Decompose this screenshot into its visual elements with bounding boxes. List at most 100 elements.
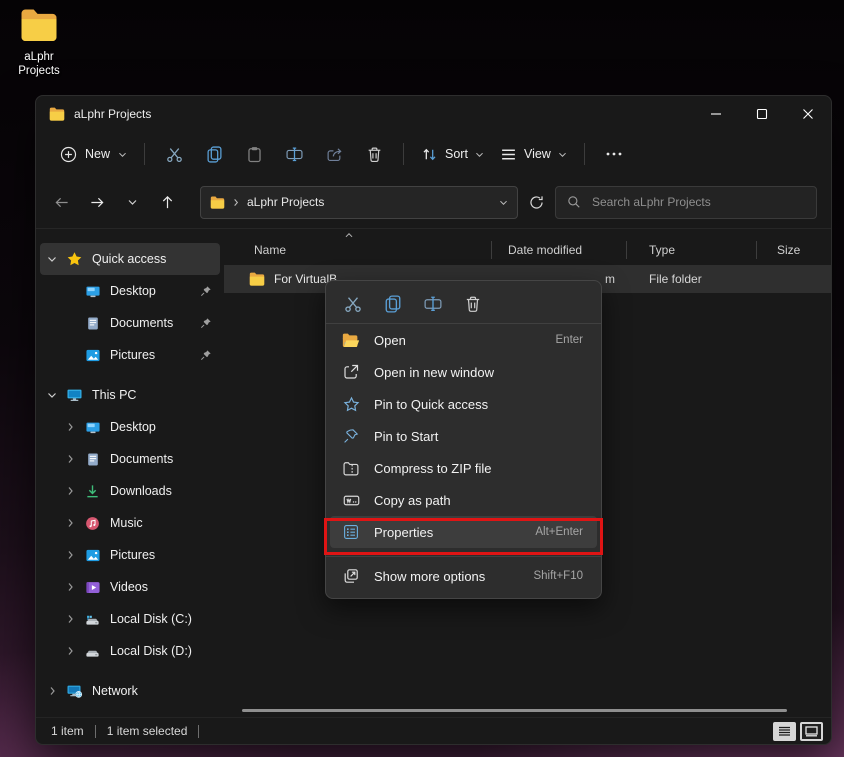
paste-button[interactable] (234, 137, 274, 171)
file-size-cell (757, 265, 831, 293)
close-button[interactable] (785, 96, 831, 132)
desktop-shortcut-alphr-projects[interactable]: aLphr Projects (5, 8, 73, 78)
chevron-down-icon[interactable] (46, 391, 58, 399)
copy-button[interactable] (194, 137, 234, 171)
sidebar-item-desktop-qa[interactable]: Desktop (40, 275, 220, 307)
view-button[interactable]: View (492, 140, 575, 169)
sidebar-item-label: Network (92, 684, 138, 698)
share-icon (326, 146, 343, 163)
sidebar-item-label: Documents (110, 452, 174, 466)
sidebar-item-label: Desktop (110, 420, 156, 434)
maximize-button[interactable] (739, 96, 785, 132)
sidebar-item-desktop[interactable]: Desktop (40, 411, 220, 443)
share-button[interactable] (314, 137, 354, 171)
chevron-right-icon[interactable] (64, 582, 76, 592)
search-input[interactable] (590, 194, 805, 210)
chevron-down-icon (475, 151, 484, 158)
chevron-right-icon[interactable] (64, 646, 76, 656)
column-header-date-modified[interactable]: Date modified (492, 237, 627, 263)
delete-button[interactable] (354, 137, 394, 171)
chevron-right-icon[interactable] (64, 454, 76, 464)
folder-icon (210, 196, 225, 209)
chevron-right-icon[interactable] (64, 422, 76, 432)
sidebar-item-local-disk-d[interactable]: Local Disk (D:) (40, 635, 220, 667)
context-menu-item-pin-to-start[interactable]: Pin to Start (330, 420, 597, 452)
address-dropdown-icon[interactable] (499, 199, 508, 206)
star-icon (66, 251, 83, 267)
details-view-button[interactable] (773, 721, 796, 741)
address-bar[interactable]: aLphr Projects (200, 185, 518, 219)
sidebar-item-videos[interactable]: Videos (40, 571, 220, 603)
sidebar-item-label: Local Disk (C:) (110, 612, 192, 626)
sidebar-item-documents-qa[interactable]: Documents (40, 307, 220, 339)
sidebar-item-local-disk-c[interactable]: Local Disk (C:) (40, 603, 220, 635)
breadcrumb-separator-icon (233, 198, 239, 207)
sidebar-item-documents[interactable]: Documents (40, 443, 220, 475)
sidebar-item-this-pc[interactable]: This PC (40, 379, 220, 411)
sidebar-item-network[interactable]: Network (40, 675, 220, 707)
rename-button[interactable] (274, 137, 314, 171)
folder-icon (19, 8, 59, 42)
sidebar-item-label: Music (110, 516, 143, 530)
context-menu-item-open[interactable]: Open Enter (330, 324, 597, 356)
chevron-right-icon[interactable] (64, 518, 76, 528)
copy-path-icon (342, 492, 360, 509)
rename-icon[interactable] (424, 295, 442, 313)
sidebar-item-downloads[interactable]: Downloads (40, 475, 220, 507)
cut-button[interactable] (154, 137, 194, 171)
see-more-button[interactable] (594, 137, 634, 171)
toolbar-divider (144, 143, 146, 165)
large-icons-view-button[interactable] (800, 721, 823, 741)
sidebar-item-pictures-qa[interactable]: Pictures (40, 339, 220, 371)
chevron-right-icon[interactable] (64, 614, 76, 624)
pin-icon (200, 285, 212, 297)
context-menu-item-show-more-options[interactable]: Show more options Shift+F10 (330, 560, 597, 592)
column-header-size[interactable]: Size (757, 237, 831, 263)
minimize-button[interactable] (693, 96, 739, 132)
open-new-window-icon (342, 364, 360, 380)
sidebar-item-music[interactable]: Music (40, 507, 220, 539)
horizontal-scrollbar[interactable] (242, 709, 787, 712)
context-menu-quick-actions (326, 285, 601, 323)
zip-folder-icon (342, 461, 360, 476)
context-menu-item-properties[interactable]: Properties Alt+Enter (330, 516, 597, 548)
folder-icon (49, 107, 65, 121)
sidebar-item-label: Local Disk (D:) (110, 644, 192, 658)
up-button[interactable] (159, 194, 175, 211)
new-button[interactable]: New (52, 140, 135, 169)
window-title: aLphr Projects (74, 107, 152, 121)
column-header-name[interactable]: Name (224, 233, 492, 263)
context-menu-item-compress-to-zip[interactable]: Compress to ZIP file (330, 452, 597, 484)
context-menu-item-copy-as-path[interactable]: Copy as path (330, 484, 597, 516)
sort-button[interactable]: Sort (413, 140, 492, 169)
chevron-right-icon[interactable] (46, 686, 58, 696)
copy-icon[interactable] (384, 295, 402, 313)
back-button[interactable] (54, 195, 70, 210)
search-box[interactable] (555, 185, 817, 219)
chevron-down-icon[interactable] (46, 255, 58, 263)
sort-ascending-icon (344, 232, 354, 239)
sort-button-label: Sort (445, 147, 468, 161)
sidebar-item-pictures[interactable]: Pictures (40, 539, 220, 571)
desktop-shortcut-label: aLphr Projects (18, 51, 60, 77)
sidebar-item-label: Videos (110, 580, 148, 594)
context-menu-item-open-in-new-window[interactable]: Open in new window (330, 356, 597, 388)
trash-icon[interactable] (464, 295, 482, 313)
forward-button[interactable] (89, 195, 105, 210)
sidebar-item-quick-access[interactable]: Quick access (40, 243, 220, 275)
column-header-type[interactable]: Type (627, 237, 757, 263)
chevron-right-icon[interactable] (64, 550, 76, 560)
show-more-options-icon (342, 568, 360, 584)
ellipsis-icon (606, 152, 622, 156)
file-type-cell: File folder (627, 265, 757, 293)
pictures-icon (84, 348, 101, 363)
drive-icon (84, 644, 101, 659)
chevron-right-icon[interactable] (64, 486, 76, 496)
recent-locations-button[interactable] (124, 198, 140, 206)
cut-icon[interactable] (344, 295, 362, 313)
title-bar[interactable]: aLphr Projects (36, 96, 831, 132)
breadcrumb[interactable]: aLphr Projects (247, 195, 324, 209)
refresh-button[interactable] (529, 195, 544, 210)
context-menu-item-pin-to-quick-access[interactable]: Pin to Quick access (330, 388, 597, 420)
copy-icon (206, 145, 223, 163)
